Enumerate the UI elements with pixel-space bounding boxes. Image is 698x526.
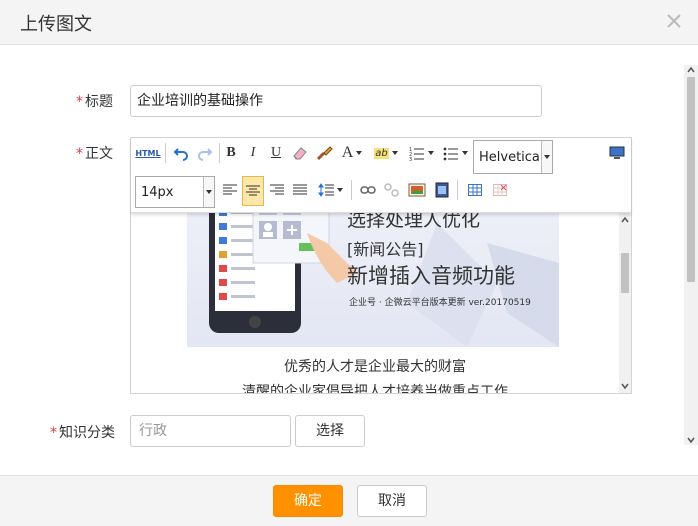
confirm-button[interactable]: 确定 (273, 485, 343, 517)
font-size-value: 14px (141, 184, 174, 200)
scrollbar-thumb[interactable] (621, 253, 629, 293)
align-left-icon[interactable] (219, 179, 241, 201)
editor-toolbar: HTML B I U A ab 1 2 3 Helvetica N 14px (131, 138, 631, 213)
video-icon[interactable] (431, 179, 453, 201)
svg-text:3: 3 (409, 157, 412, 161)
italic-button[interactable]: I (243, 142, 263, 164)
highlight-color-button[interactable]: ab (371, 142, 401, 164)
body-label-text: 正文 (85, 146, 113, 162)
required-mark: * (76, 146, 83, 162)
image-icon[interactable] (406, 179, 428, 201)
underline-button[interactable]: U (266, 142, 286, 164)
banner-headline-1: 选择处理人优化 (347, 213, 481, 231)
toolbar-separator (351, 180, 352, 200)
select-category-button[interactable]: 选择 (295, 415, 365, 447)
scrollbar-thumb[interactable] (687, 77, 695, 282)
bold-button[interactable]: B (221, 142, 241, 164)
chevron-down-icon[interactable] (684, 435, 698, 445)
table-icon[interactable] (464, 179, 486, 201)
chevron-down-icon (203, 177, 214, 207)
chevron-down-icon[interactable] (619, 381, 631, 391)
undo-icon[interactable] (170, 142, 192, 164)
align-justify-icon[interactable] (289, 179, 311, 201)
news-banner-image: 选择处理人优化 [新闻公告] 新增插入音频功能 企业号 · 企微云平台版本更新 … (187, 213, 559, 347)
format-painter-icon[interactable] (314, 142, 336, 164)
category-input[interactable]: 行政 (130, 415, 291, 447)
chevron-up-icon[interactable] (619, 215, 631, 225)
close-icon[interactable] (665, 12, 683, 30)
fullscreen-icon[interactable] (607, 142, 627, 164)
banner-caption: 企业号 · 企微云平台版本更新 ver.20170519 (349, 298, 531, 308)
title-label: * 标题 (76, 91, 113, 111)
redo-icon[interactable] (194, 142, 216, 164)
unlink-icon[interactable] (381, 179, 403, 201)
required-mark: * (76, 94, 83, 110)
toolbar-separator (165, 143, 166, 163)
delete-table-icon[interactable] (489, 179, 511, 201)
toolbar-separator (457, 180, 458, 200)
chevron-down-icon (541, 141, 552, 173)
dialog-footer: 确定 取消 (0, 475, 698, 526)
rich-text-editor: HTML B I U A ab 1 2 3 Helvetica N 14px 选… (130, 137, 632, 394)
editor-scrollbar[interactable] (619, 213, 631, 393)
chevron-up-icon[interactable] (684, 65, 698, 75)
font-family-select[interactable]: Helvetica N (473, 140, 553, 174)
editor-content[interactable]: 选择处理人优化 [新闻公告] 新增插入音频功能 企业号 · 企微云平台版本更新 … (131, 213, 619, 393)
align-right-icon[interactable] (266, 179, 288, 201)
dialog-scrollbar[interactable] (684, 65, 698, 445)
content-paragraph: 清醒的企业家倡导把人才培养当做重点工作 (242, 384, 508, 393)
content-paragraph: 优秀的人才是企业最大的财富 (284, 359, 466, 375)
banner-headline-2: [新闻公告] (347, 240, 424, 259)
category-label-text: 知识分类 (59, 425, 115, 441)
toolbar-separator (219, 143, 220, 163)
ordered-list-icon[interactable]: 123 (407, 142, 435, 164)
line-height-icon[interactable] (315, 179, 345, 201)
dialog-titlebar: 上传图文 (0, 0, 698, 45)
dialog-body: * 标题 企业培训的基础操作 * 正文 HTML B I U A ab 1 2 … (0, 45, 698, 475)
title-input[interactable]: 企业培训的基础操作 (130, 85, 542, 117)
link-icon[interactable] (357, 179, 379, 201)
font-size-select[interactable]: 14px (135, 176, 215, 208)
title-label-text: 标题 (85, 94, 113, 110)
eraser-icon[interactable] (289, 142, 311, 164)
body-label: * 正文 (76, 143, 113, 163)
upload-dialog: 上传图文 * 标题 企业培训的基础操作 * 正文 HTML B I U A ab… (0, 0, 698, 526)
dialog-title: 上传图文 (20, 14, 92, 35)
banner-headline-3: 新增插入音频功能 (347, 264, 515, 288)
required-mark: * (50, 425, 57, 441)
align-center-icon[interactable] (242, 176, 264, 206)
html-source-button[interactable]: HTML (135, 142, 161, 164)
unordered-list-icon[interactable] (441, 142, 469, 164)
cancel-button[interactable]: 取消 (357, 485, 427, 517)
font-color-button[interactable]: A (339, 142, 365, 164)
category-label: * 知识分类 (50, 422, 115, 442)
